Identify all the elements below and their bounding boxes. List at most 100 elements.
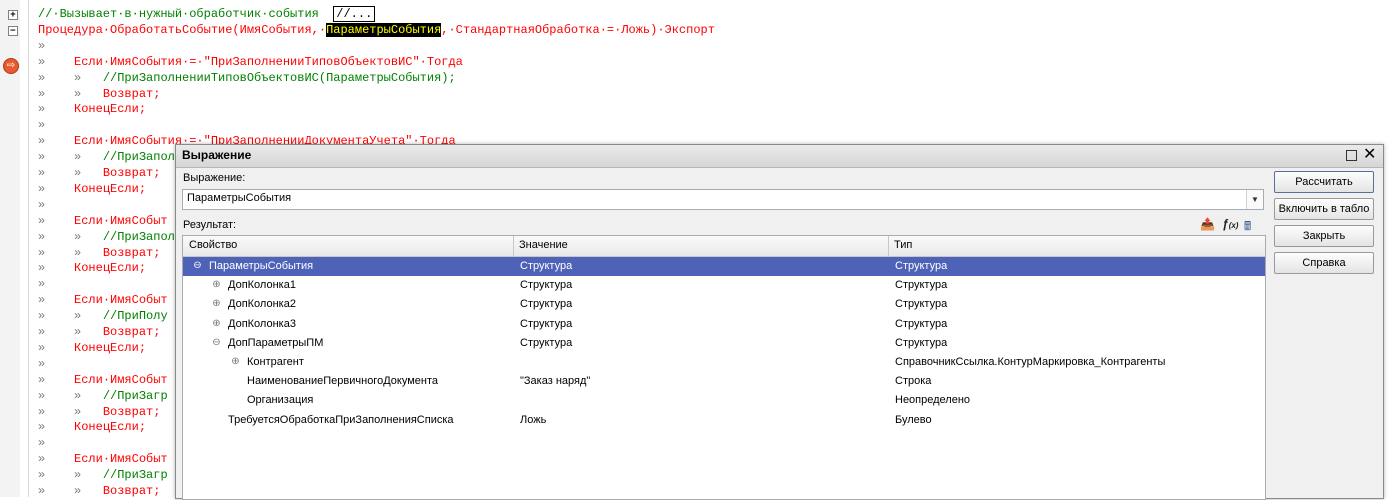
code-line: » » Возврат; <box>38 324 160 340</box>
expression-label: Выражение: <box>183 172 246 184</box>
editor-gutter <box>0 0 29 497</box>
indent-marker: » <box>38 452 46 467</box>
expression-value: ПараметрыСобытия <box>187 192 292 204</box>
cell-value: Структура <box>520 317 573 330</box>
cell-property: Организация <box>247 394 314 407</box>
code-line: » КонецЕсли; <box>38 419 146 435</box>
expand-icon[interactable]: ⊕ <box>212 318 221 328</box>
indent-marker: » <box>38 261 46 276</box>
code-statement: Возврат; <box>102 86 161 101</box>
cell-property: ДопПараметрыПМ <box>228 336 324 349</box>
column-header-property[interactable]: Свойство <box>189 239 237 251</box>
indent-marker: » <box>38 86 46 101</box>
table-row[interactable]: ТребуетсяОбработкаПриЗаполненияСписка Лож… <box>183 411 1265 430</box>
dropdown-arrow-icon[interactable]: ▼ <box>1246 190 1263 209</box>
code-statement: Возврат; <box>102 484 161 498</box>
maximize-icon[interactable] <box>1346 150 1357 161</box>
indent-marker: » <box>74 468 82 483</box>
table-row[interactable]: Организация Неопределено <box>183 391 1265 410</box>
close-icon[interactable]: ✕ <box>1363 147 1376 163</box>
table-row[interactable]: ⊕ ДопКолонка3 Структура Структура <box>183 315 1265 334</box>
indent-marker: » <box>74 388 82 403</box>
cell-type: Структура <box>895 336 948 349</box>
cell-type: Структура <box>895 298 948 311</box>
indent-marker: » <box>38 404 46 419</box>
calculate-button[interactable]: Рассчитать <box>1274 171 1374 193</box>
cell-property: ДопКолонка1 <box>228 279 296 292</box>
fold-toggle-comment[interactable]: + <box>8 10 18 20</box>
code-line: » Если·ИмяСобытия·=·"ПриЗаполненииТиповО… <box>38 54 463 70</box>
cell-value: Ложь <box>520 413 547 426</box>
cell-value: Структура <box>520 298 573 311</box>
column-separator[interactable] <box>513 236 514 256</box>
expression-dialog: Выражение ✕ Выражение: ПараметрыСобытия … <box>175 144 1384 500</box>
code-line: » КонецЕсли; <box>38 340 146 356</box>
code-line: » Если·ИмяСобыт <box>38 213 168 229</box>
expand-icon[interactable]: ⊕ <box>212 280 221 290</box>
help-button[interactable]: Справка <box>1274 252 1374 274</box>
expression-combobox[interactable]: ПараметрыСобытия ▼ <box>182 189 1264 210</box>
code-statement: Если·ИмяСобыт <box>74 213 168 228</box>
procedure-name: ОбработатьСобытие(ИмяСобытия,· <box>110 22 327 37</box>
table-row[interactable]: ⊕ Контрагент СправочникСсылка.КонтурМаркир… <box>183 353 1265 372</box>
indent-marker: » <box>38 229 46 244</box>
collapse-icon[interactable]: ⊖ <box>193 261 202 271</box>
indent-marker: » <box>74 325 82 339</box>
column-separator[interactable] <box>888 236 889 256</box>
table-header: Свойство Значение Тип <box>183 236 1265 257</box>
cell-property: ТребуетсяОбработкаПриЗаполненияСписка <box>228 413 454 426</box>
code-comment: //ПриПолу <box>102 309 168 324</box>
function-icon[interactable]: ƒ(x) <box>1222 217 1238 231</box>
result-label: Результат: <box>183 219 237 231</box>
indent-marker: » <box>74 484 82 498</box>
indent-marker: » <box>38 134 46 149</box>
cell-value: Структура <box>520 336 573 349</box>
indent-marker: » <box>38 102 46 117</box>
indent-marker: » <box>38 245 46 260</box>
column-header-value[interactable]: Значение <box>519 239 568 251</box>
indent-marker: » <box>38 356 46 371</box>
cell-value: Структура <box>520 279 573 292</box>
add-to-watch-button[interactable]: Включить в табло <box>1274 198 1374 220</box>
column-header-type[interactable]: Тип <box>894 239 912 251</box>
code-line: » » Возврат; <box>38 165 160 181</box>
cell-type: Структура <box>895 317 948 330</box>
code-statement: Возврат; <box>102 325 161 339</box>
cell-property: Контрагент <box>247 356 304 368</box>
collapse-icon[interactable]: ⊖ <box>212 337 221 347</box>
expand-icon[interactable]: ⊕ <box>212 299 221 309</box>
code-line: » <box>38 38 45 54</box>
table-row[interactable]: НаименованиеПервичногоДокумента "Заказ на… <box>183 372 1265 391</box>
code-line: Процедура·ОбработатьСобытие(ИмяСобытия,·… <box>38 22 715 38</box>
indent-marker: » <box>74 86 82 101</box>
table-row[interactable]: ⊖ ДопПараметрыПМ Структура Структура <box>183 334 1265 353</box>
fold-toggle-procedure[interactable]: − <box>8 26 18 36</box>
code-statement: КонецЕсли; <box>74 420 147 435</box>
table-row[interactable]: ⊕ ДопКолонка1 Структура Структура <box>183 276 1265 295</box>
procedure-params: ,·СтандартнаяОбработка·=·Ложь)·Экспорт <box>441 22 715 37</box>
dialog-titlebar[interactable]: Выражение ✕ <box>176 145 1383 168</box>
dialog-title: Выражение <box>182 148 252 162</box>
selected-identifier: ПараметрыСобытия <box>326 22 442 37</box>
code-line: » Если·ИмяСобыт <box>38 372 168 388</box>
close-button[interactable]: Закрыть <box>1274 225 1374 247</box>
code-comment: //ПриЗагр <box>102 388 168 403</box>
indent-marker: » <box>38 150 46 165</box>
code-line: » КонецЕсли; <box>38 260 146 276</box>
table-row[interactable]: ⊕ ДопКолонка2 Структура Структура <box>183 295 1265 314</box>
expand-icon[interactable]: ⊕ <box>231 357 240 367</box>
indent-marker: » <box>38 420 46 435</box>
code-comment: //ПриЗаполненииТиповОбъектовИС(Параметры… <box>102 70 456 85</box>
indent-marker: » <box>74 150 82 165</box>
result-table[interactable]: Свойство Значение Тип ⊖ ПараметрыСобытия С… <box>182 235 1266 500</box>
code-comment: //ПриЗапол <box>102 150 175 165</box>
code-statement: Если·ИмяСобыт <box>74 293 168 308</box>
table-row[interactable]: ⊖ ПараметрыСобытия Структура Структура <box>183 257 1265 276</box>
open-value-icon[interactable]: 📤 <box>1200 217 1215 231</box>
code-comment: //ПриЗагр <box>102 468 168 483</box>
cell-type: СправочникСсылка.КонтурМаркировка_Контра… <box>895 356 1166 368</box>
current-line-marker-icon: ⇨ <box>3 58 19 74</box>
code-line: » <box>38 197 45 213</box>
cell-property: НаименованиеПервичногоДокумента <box>247 375 438 388</box>
code-line: » <box>38 276 45 292</box>
